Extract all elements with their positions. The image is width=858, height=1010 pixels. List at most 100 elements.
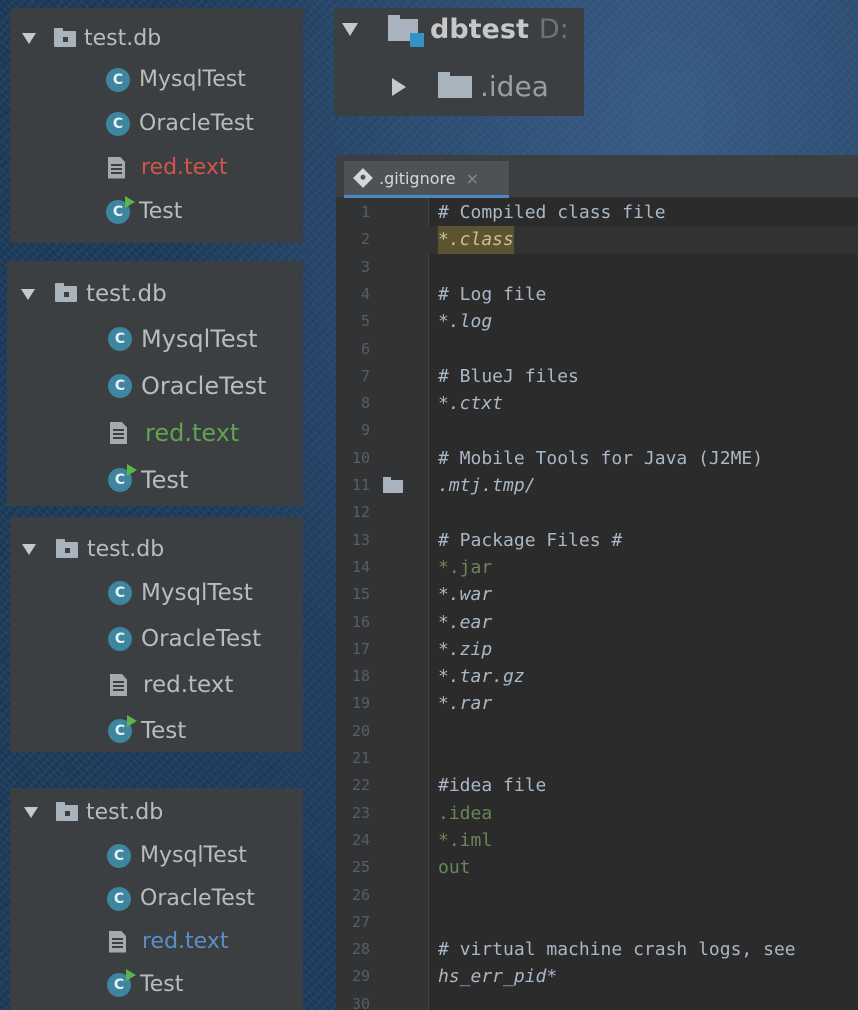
code-line[interactable]: 30 [336,991,858,1010]
tree-root-label: test.db [86,800,164,825]
code-line[interactable]: 27 [336,909,858,936]
tree-item-red-text[interactable]: red.text [110,419,239,447]
class-letter: C [114,472,126,488]
code-line[interactable]: 9 [336,417,858,444]
tree-root-row[interactable]: test.db [22,537,164,562]
tree-item-red-text[interactable]: red.text [109,929,228,954]
tree-item-label: OracleTest [140,886,255,911]
tree-item-mysqltest[interactable]: C MysqlTest [108,325,258,353]
code-line[interactable]: 7 # BlueJ files [336,363,858,390]
line-number: 6 [360,339,370,358]
code-line[interactable]: 2 *.class [336,226,858,254]
tree-item-oracletest[interactable]: C OracleTest [106,111,254,136]
code-line[interactable]: 6 [336,336,858,363]
tree-root-label: test.db [86,281,167,307]
arrow-right-icon[interactable] [392,77,406,96]
code-line[interactable]: 20 [336,718,858,745]
tree-item-label: MysqlTest [141,580,253,606]
project-name: dbtest [430,14,529,45]
class-icon: C [108,627,132,651]
tree-item-test[interactable]: C Test [108,715,186,744]
code-line[interactable]: 11 .mtj.tmp/ [336,472,858,499]
arrow-down-icon[interactable] [342,23,358,36]
line-number: 22 [351,776,370,795]
project-tree-panel-4: test.db C MysqlTest C OracleTest red.tex… [10,788,303,1010]
tree-item-label: red.text [145,419,240,447]
line-number: 5 [360,312,370,331]
tree-item-label: MysqlTest [141,325,258,353]
code-line[interactable]: 21 [336,745,858,772]
line-number: 8 [360,394,370,413]
tree-item-test[interactable]: C Test [108,464,189,494]
tree-item-label: Test [141,466,189,494]
tree-item-red-text[interactable]: red.text [108,155,227,180]
tree-item-label: red.text [142,929,229,954]
code-line[interactable]: 19 *.rar [336,690,858,717]
code-line[interactable]: 5 *.log [336,308,858,335]
tree-item-oracletest[interactable]: C OracleTest [107,886,255,911]
line-number: 29 [351,967,370,986]
tree-item-oracletest[interactable]: C OracleTest [108,626,261,652]
tree-root-row[interactable]: test.db [24,800,163,825]
code-line[interactable]: 10 # Mobile Tools for Java (J2ME) [336,445,858,472]
code-text: # BlueJ files [438,365,579,387]
code-line[interactable]: 17 *.zip [336,636,858,663]
code-text: *.iml [438,829,493,851]
class-icon: C [107,886,131,911]
code-line[interactable]: 23 .idea [336,800,858,827]
code-line[interactable]: 28 # virtual machine crash logs, see [336,936,858,963]
tree-item-mysqltest[interactable]: C MysqlTest [108,580,253,606]
code-text: *.jar [438,556,493,578]
line-number: 7 [360,366,370,385]
tree-item-test[interactable]: C Test [107,968,183,997]
tree-item-red-text[interactable]: red.text [110,672,233,698]
code-editor[interactable]: .gitignore × 1 # Compiled class file 2 *.cl… [336,155,858,1010]
code-line[interactable]: 3 [336,254,858,281]
folder-label: .idea [480,70,549,103]
tree-item-mysqltest[interactable]: C MysqlTest [107,843,247,868]
line-number: 9 [360,421,370,440]
arrow-down-icon[interactable] [22,33,36,44]
code-line[interactable]: 13 # Package Files # [336,527,858,554]
tree-root-row[interactable]: test.db [21,281,167,307]
code-line[interactable]: 29 hs_err_pid* [336,963,858,990]
tree-item-oracletest[interactable]: C OracleTest [108,372,266,400]
line-number: 24 [351,830,370,849]
line-number: 28 [351,940,370,959]
close-icon[interactable]: × [466,169,479,188]
code-line[interactable]: 26 [336,882,858,909]
tree-item-mysqltest[interactable]: C MysqlTest [106,67,246,92]
tree-item-label: Test [139,199,183,224]
code-line[interactable]: 25 out [336,854,858,881]
class-icon: C [107,843,131,868]
tree-root-row[interactable]: test.db [22,26,161,51]
code-line[interactable]: 1 # Compiled class file [336,199,858,226]
project-child-idea[interactable]: .idea [392,70,549,103]
code-text: # Log file [438,283,547,305]
tab-gitignore[interactable]: .gitignore × [344,161,509,198]
line-number: 10 [351,448,370,467]
line-number: 21 [351,749,370,767]
code-line[interactable]: 15 *.war [336,581,858,608]
line-number: 25 [351,858,370,877]
code-line[interactable]: 18 *.tar.gz [336,663,858,690]
package-folder-icon [55,283,77,302]
code-line[interactable]: 4 # Log file [336,281,858,308]
tree-item-test[interactable]: C Test [106,195,183,224]
line-number: 27 [351,912,370,931]
editor-tab-bar: .gitignore × [336,155,858,198]
code-line[interactable]: 22 #idea file [336,772,858,799]
code-line[interactable]: 14 *.jar [336,554,858,581]
line-number: 17 [351,639,370,658]
code-line[interactable]: 8 *.ctxt [336,390,858,417]
project-root-row[interactable]: dbtest D: [342,14,569,47]
code-line[interactable]: 16 *.ear [336,609,858,636]
code-line[interactable]: 24 *.iml [336,827,858,854]
project-tree-panel-3: test.db C MysqlTest C OracleTest red.tex… [10,517,303,752]
line-number: 13 [351,530,370,549]
code-line[interactable]: 12 [336,499,858,526]
arrow-down-icon[interactable] [21,288,35,300]
arrow-down-icon[interactable] [24,807,38,818]
package-folder-icon [56,538,78,558]
arrow-down-icon[interactable] [22,544,36,555]
